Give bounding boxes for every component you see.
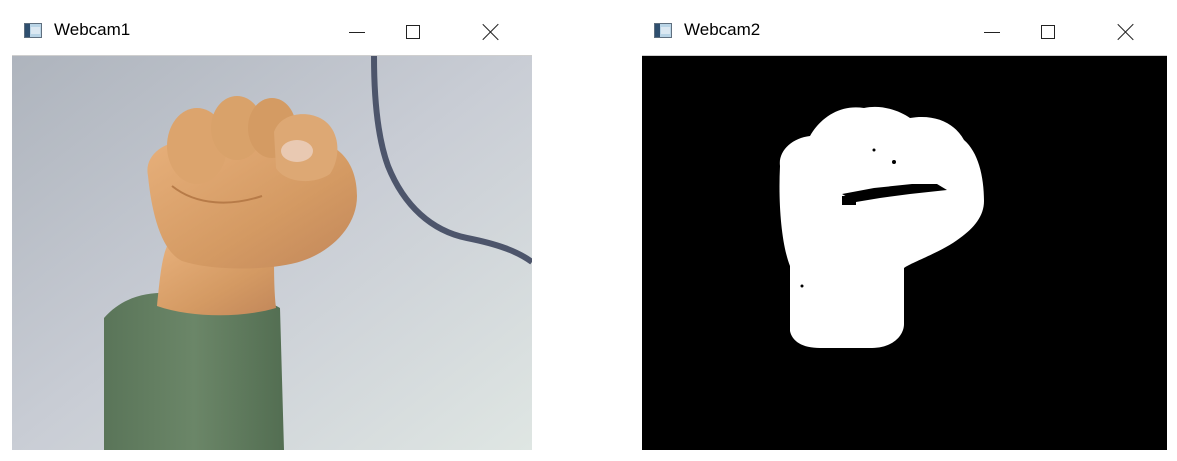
webcam2-titlebar[interactable]: Webcam2 [642,10,1167,56]
minimize-icon [984,31,1000,33]
close-icon [1117,23,1135,41]
maximize-icon [406,25,420,39]
window-app-icon [654,23,672,38]
window-title: Webcam1 [54,20,131,39]
noise-spot [892,160,896,164]
webcam1-video-feed [12,56,532,450]
sleeve [104,292,284,450]
window-title: Webcam2 [684,20,761,39]
webcam2-window: Webcam2 [642,10,1167,450]
maximize-button[interactable] [1025,10,1071,54]
webcam1-frame [12,56,532,450]
webcam2-frame [642,56,1167,450]
noise-spot [800,284,804,288]
minimize-icon [349,31,365,33]
maximize-button[interactable] [390,10,436,54]
minimize-button[interactable] [334,10,380,54]
webcam1-titlebar[interactable]: Webcam1 [12,10,532,56]
close-button[interactable] [1103,10,1149,54]
maximize-icon [1041,25,1055,39]
minimize-button[interactable] [969,10,1015,54]
webcam2-mask-feed [642,56,1167,450]
thumbnail [281,140,313,162]
webcam1-window: Webcam1 [12,10,532,450]
noise-spot [872,148,876,152]
shadow-spot [842,196,856,205]
close-icon [482,23,500,41]
window-app-icon [24,23,42,38]
close-button[interactable] [468,10,514,54]
